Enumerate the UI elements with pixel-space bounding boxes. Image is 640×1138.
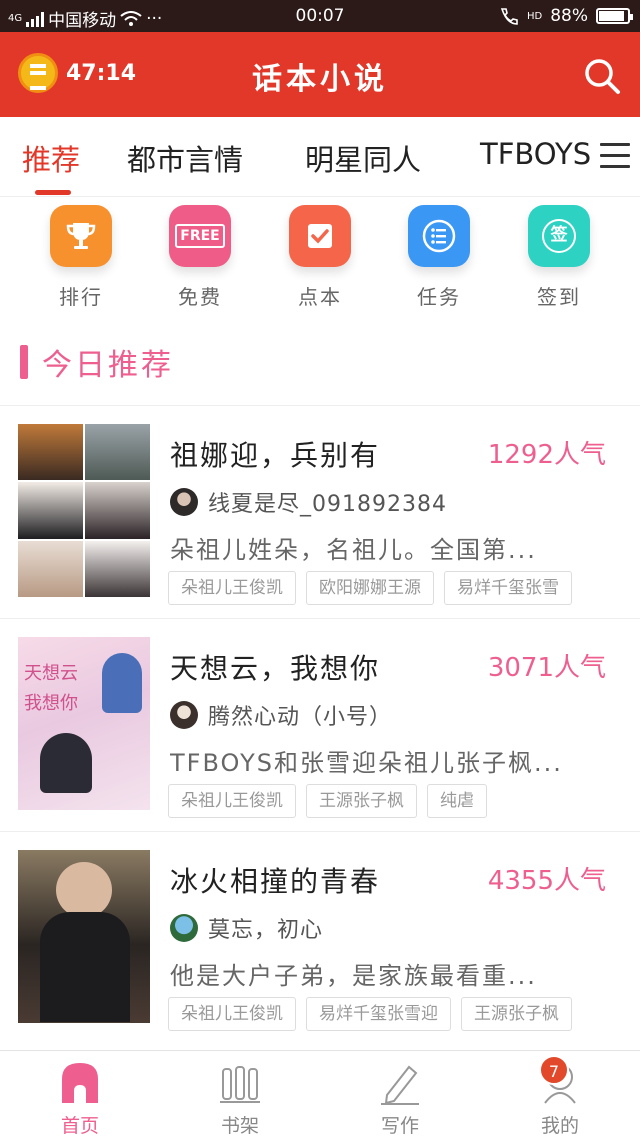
status-right: HD 88% [499,6,633,26]
tag-chip[interactable]: 欧阳娜娜王源 [306,571,434,605]
tab-recommend[interactable]: 推荐 [22,137,80,179]
book-popularity: 3071人气 [487,653,606,683]
author-avatar [170,701,198,729]
quick-action-label: 排行 [59,285,103,309]
active-tab-indicator [35,190,71,195]
search-icon[interactable] [582,56,622,96]
book-cover[interactable] [18,850,150,1023]
tab-tfboys[interactable]: TFBOYS [480,137,591,171]
tab-celebrity-fanfic[interactable]: 明星同人 [305,137,421,179]
book-author[interactable]: 腾然心动（小号） [170,699,392,731]
hd-label: HD [526,10,543,22]
quick-action-order[interactable]: 点本 [270,205,370,310]
book-description: 他是大户子弟，是家族最看重... [170,962,537,990]
section-today-recommend: 今日推荐 [20,342,174,383]
free-icon-text: FREE [175,224,225,248]
book-popularity: 4355人气 [487,866,606,896]
book-author[interactable]: 线夏是尽_091892384 [170,486,447,518]
book-item[interactable]: 冰火相撞的青春 4355人气 莫忘，初心 他是大户子弟，是家族最看重... 朵祖… [0,831,640,1044]
nav-label: 写作 [380,1115,419,1137]
book-item[interactable]: 祖娜迎，兵别有 1292人气 线夏是尽_091892384 朵祖儿姓朵，名祖儿。… [0,405,640,618]
book-title: 祖娜迎，兵别有 [170,439,381,472]
quick-action-free[interactable]: FREE 免费 [150,205,250,310]
author-avatar [170,914,198,942]
section-title: 今日推荐 [42,348,174,383]
book-description: TFBOYS和张雪迎朵祖儿张子枫... [170,749,563,777]
sign-in-icon-text: 签 [542,219,576,253]
quick-action-sign-in[interactable]: 签 签到 [509,205,609,310]
cover-text: 天想云 我想你 [24,659,78,719]
author-avatar [170,488,198,516]
quick-action-tasks[interactable]: 任务 [389,205,489,310]
section-accent-bar [20,345,28,379]
quick-action-label: 签到 [537,285,581,309]
author-name: 线夏是尽_091892384 [208,492,447,517]
cover-text-line: 天想云 [24,663,78,684]
battery-fill [599,11,624,21]
task-list-icon [408,205,470,267]
app-title: 话本小说 [252,62,388,97]
tag-chip[interactable]: 朵祖儿王俊凯 [168,784,296,818]
book-cover[interactable]: 天想云 我想你 [18,637,150,810]
book-tags: 朵祖儿王俊凯 易烊千玺张雪迎 王源张子枫 [168,997,640,1033]
trophy-icon [50,205,112,267]
author-name: 莫忘，初心 [208,918,324,943]
quick-action-label: 免费 [178,285,222,309]
check-note-icon [289,205,351,267]
notification-badge: 7 [539,1055,569,1085]
tag-chip[interactable]: 易烊千玺张雪迎 [306,997,451,1031]
nav-profile[interactable]: 7 我的 [500,1055,620,1138]
tag-chip[interactable]: 王源张子枫 [306,784,417,818]
tag-chip[interactable]: 朵祖儿王俊凯 [168,571,296,605]
call-icon [500,8,518,25]
tab-urban-romance[interactable]: 都市言情 [127,137,243,179]
quick-action-ranking[interactable]: 排行 [31,205,131,310]
book-title: 冰火相撞的青春 [170,865,381,898]
category-tabs: 推荐 都市言情 明星同人 TFBOYS [0,117,640,197]
tag-chip[interactable]: 易烊千玺张雪 [444,571,572,605]
book-author[interactable]: 莫忘，初心 [170,912,323,944]
tag-chip[interactable]: 王源张子枫 [461,997,572,1031]
nav-label: 首页 [60,1115,99,1137]
free-icon: FREE [169,205,231,267]
battery-percent: 88% [550,6,588,26]
home-icon [59,1061,101,1105]
nav-label: 书架 [220,1115,259,1137]
bookshelf-icon [219,1061,261,1105]
status-bar: 4G 中国移动 ··· 00:07 HD 88% [0,0,640,32]
quick-action-label: 任务 [417,285,461,309]
menu-icon[interactable] [600,143,630,169]
profile-icon: 7 [539,1055,581,1105]
book-description: 朵祖儿姓朵，名祖儿。全国第... [170,536,537,564]
book-item[interactable]: 天想云 我想你 天想云，我想你 3071人气 腾然心动（小号） TFBOYS和张… [0,618,640,831]
book-title: 天想云，我想你 [170,652,381,685]
tag-chip[interactable]: 朵祖儿王俊凯 [168,997,296,1031]
nav-home[interactable]: 首页 [20,1061,140,1138]
tag-chip[interactable]: 纯虐 [427,784,487,818]
cover-text-line: 我想你 [24,693,78,714]
pencil-icon [379,1061,421,1105]
app-header: 47:14 话本小说 [0,32,640,117]
book-popularity: 1292人气 [487,440,606,470]
bottom-navigation: 首页 书架 写作 7 我的 [0,1050,640,1138]
quick-action-label: 点本 [298,285,342,309]
book-tags: 朵祖儿王俊凯 王源张子枫 纯虐 [168,784,640,820]
sign-in-icon: 签 [528,205,590,267]
battery-icon [596,8,633,24]
quick-actions: 排行 FREE 免费 点本 任务 签 签到 [0,205,640,315]
nav-label: 我的 [540,1115,579,1137]
nav-write[interactable]: 写作 [340,1061,460,1138]
author-name: 腾然心动（小号） [208,705,393,730]
nav-bookshelf[interactable]: 书架 [180,1061,300,1138]
book-cover[interactable] [18,424,150,597]
book-tags: 朵祖儿王俊凯 欧阳娜娜王源 易烊千玺张雪 [168,571,640,607]
